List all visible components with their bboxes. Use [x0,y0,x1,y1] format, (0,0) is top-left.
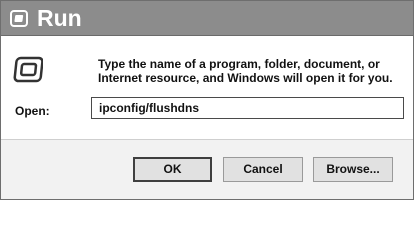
dialog-description: Type the name of a program, folder, docu… [98,57,393,85]
window-title: Run [37,5,82,31]
dialog-content: Type the name of a program, folder, docu… [1,36,413,153]
run-app-icon [13,56,43,83]
ok-button[interactable]: OK [133,157,212,182]
run-app-icon [10,10,28,27]
button-bar: OK Cancel Browse... [1,139,413,199]
open-input[interactable] [91,97,404,119]
browse-button[interactable]: Browse... [313,157,393,182]
cancel-button[interactable]: Cancel [223,157,303,182]
run-dialog: Run Type the name of a program, folder, … [0,0,414,200]
open-label: Open: [15,104,50,118]
title-bar[interactable]: Run [1,1,413,36]
